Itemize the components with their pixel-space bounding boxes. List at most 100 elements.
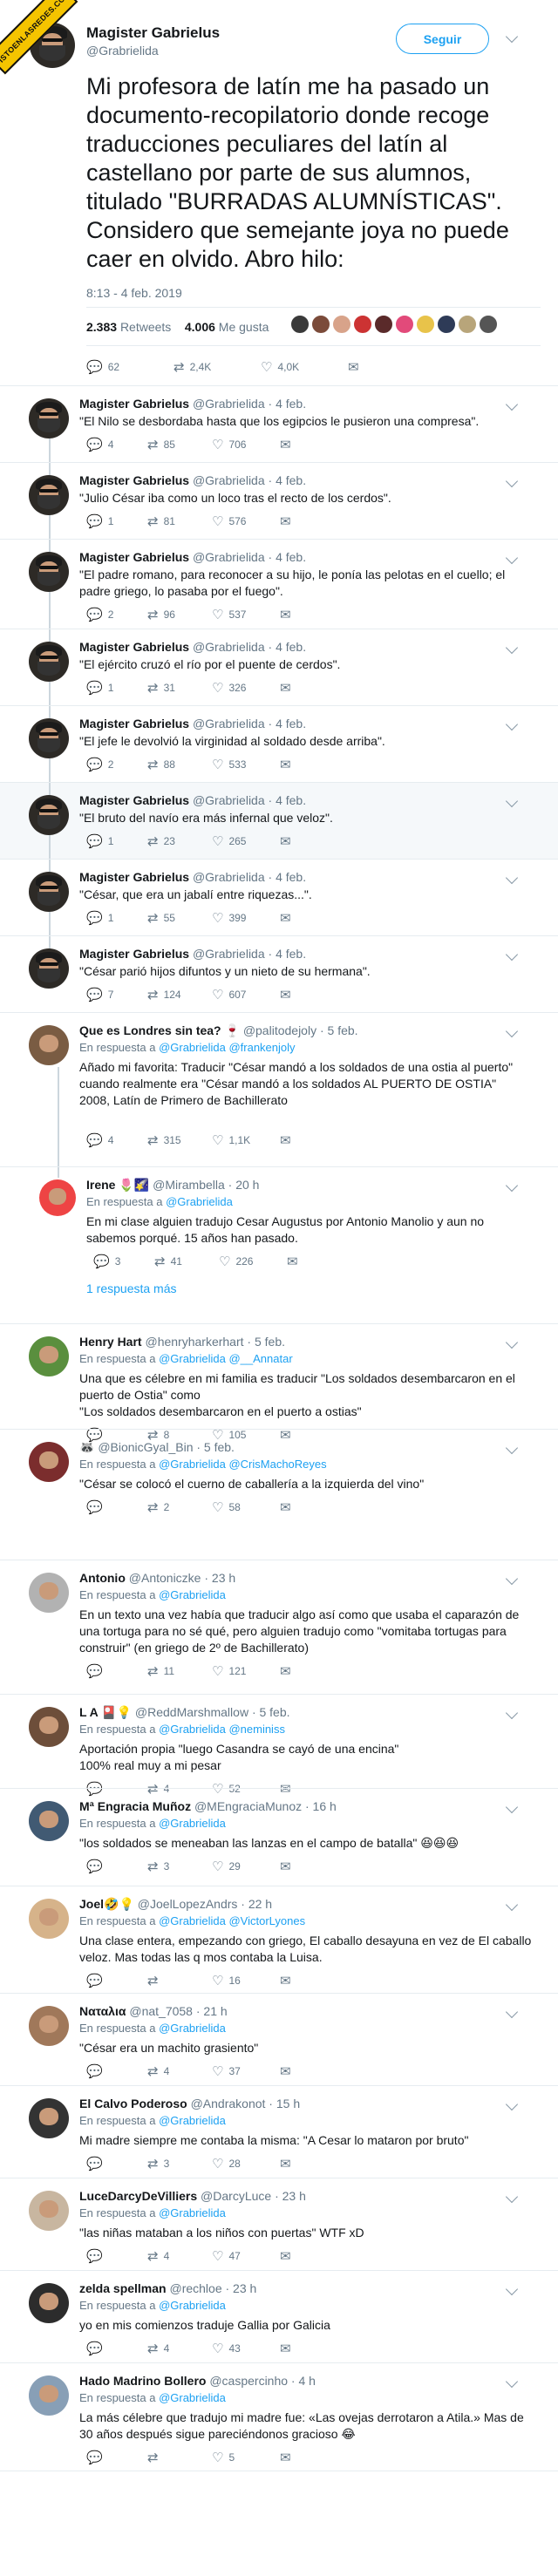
reply-tweet[interactable]: Mª Engracia Muñoz @MEngraciaMunoz · 16 h… <box>0 1789 558 1886</box>
tweet-date[interactable]: 8:13 - 4 feb. 2019 <box>86 286 182 300</box>
chevron-down-icon[interactable] <box>505 1706 519 1720</box>
reply-button[interactable]: 💬 2 <box>86 607 147 622</box>
retweets-count[interactable]: 2.383 <box>86 320 117 334</box>
avatar[interactable] <box>29 2191 69 2231</box>
reply-button[interactable]: 💬 2 <box>86 757 147 772</box>
reply-button[interactable]: 💬 <box>86 1499 147 1515</box>
chevron-down-icon[interactable] <box>505 2375 519 2389</box>
like-button[interactable]: ♡ 399 <box>212 910 280 926</box>
liker-avatar[interactable] <box>479 315 498 334</box>
liker-avatar[interactable] <box>311 315 330 334</box>
liker-avatar[interactable] <box>290 315 310 334</box>
like-button[interactable]: ♡ 533 <box>212 757 280 772</box>
avatar[interactable] <box>29 642 69 682</box>
retweet-button[interactable]: ⇄ 3 <box>147 2156 212 2172</box>
message-button[interactable]: ✉ <box>280 607 296 622</box>
like-button[interactable]: ♡ 5 <box>212 2450 280 2465</box>
retweet-button[interactable]: ⇄ 3 <box>147 1859 212 1874</box>
avatar[interactable] <box>29 2283 69 2323</box>
avatar[interactable] <box>29 872 69 912</box>
reply-button[interactable]: 💬 <box>86 2248 147 2264</box>
avatar[interactable] <box>29 2375 69 2416</box>
chevron-down-icon[interactable] <box>505 1336 519 1349</box>
message-button[interactable]: ✉ <box>280 513 296 529</box>
message-button[interactable]: ✉ <box>280 2156 296 2172</box>
chevron-down-icon[interactable] <box>505 2282 519 2296</box>
tweet-header[interactable]: Magister Gabrielus @Grabrielida · 4 feb. <box>79 550 306 564</box>
tweet-header[interactable]: Joel🤣💡 @JoelLopezAndrs · 22 h <box>79 1897 272 1912</box>
liker-avatar[interactable] <box>332 315 351 334</box>
avatar[interactable] <box>29 1801 69 1841</box>
reply-button[interactable]: 💬 62 <box>86 359 174 375</box>
reply-button[interactable]: 💬 <box>86 1663 147 1679</box>
reply-button[interactable]: 💬 1 <box>86 910 147 926</box>
reply-tweet[interactable]: Ναταλια @nat_7058 · 21 h En respuesta a … <box>0 1994 558 2086</box>
reply-to-link[interactable]: @Grabrielida <box>159 2299 226 2312</box>
retweet-button[interactable]: ⇄ 88 <box>147 757 212 772</box>
retweet-button[interactable]: ⇄ 23 <box>147 833 212 849</box>
author-handle[interactable]: @Grabrielida <box>86 44 159 58</box>
retweet-button[interactable]: ⇄ 315 <box>147 1132 212 1148</box>
liker-avatar[interactable] <box>395 315 414 334</box>
retweet-button[interactable]: ⇄ 4 <box>147 2341 212 2356</box>
retweet-button[interactable]: ⇄ 85 <box>147 437 212 452</box>
chevron-down-icon[interactable] <box>505 1800 519 1814</box>
reply-to-link[interactable]: @Grabrielida <box>159 2206 226 2219</box>
avatar[interactable] <box>29 948 69 989</box>
reply-tweet[interactable]: zelda spellman @rechloe · 23 h En respue… <box>0 2271 558 2363</box>
retweet-button[interactable]: ⇄ 11 <box>147 1663 212 1679</box>
message-button[interactable]: ✉ <box>280 1499 296 1515</box>
retweet-button[interactable]: ⇄ 81 <box>147 513 212 529</box>
reply-to-link[interactable]: @Grabrielida <box>159 2114 226 2127</box>
thread-tweet[interactable]: Magister Gabrielus @Grabrielida · 4 feb.… <box>0 860 558 936</box>
chevron-down-icon[interactable] <box>505 2097 519 2111</box>
message-button[interactable]: ✉ <box>280 910 296 926</box>
thread-tweet[interactable]: Magister Gabrielus @Grabrielida · 4 feb.… <box>0 936 558 1013</box>
message-button[interactable]: ✉ <box>280 2450 296 2465</box>
message-button[interactable]: ✉ <box>280 437 296 452</box>
thread-tweet[interactable]: Magister Gabrielus @Grabrielida · 4 feb.… <box>0 540 558 629</box>
thread-tweet[interactable]: Magister Gabrielus @Grabrielida · 4 feb.… <box>0 629 558 706</box>
like-button[interactable]: ♡ 265 <box>212 833 280 849</box>
reply-to-link[interactable]: @Grabrielida <box>159 1588 226 1601</box>
reply-button[interactable]: 💬 <box>86 1973 147 1988</box>
retweets-label[interactable]: Retweets <box>120 320 171 334</box>
reply-to-link[interactable]: @Grabrielida <box>159 1817 226 1830</box>
message-button[interactable]: ✉ <box>280 2063 296 2079</box>
reply-tweet[interactable]: Hado Madrino Bollero @caspercinho · 4 h … <box>0 2363 558 2471</box>
reply-button[interactable]: 💬 1 <box>86 833 147 849</box>
message-button[interactable]: ✉ <box>280 1663 296 1679</box>
tweet-header[interactable]: zelda spellman @rechloe · 23 h <box>79 2281 256 2295</box>
tweet-header[interactable]: Magister Gabrielus @Grabrielida · 4 feb. <box>79 473 306 487</box>
tweet-header[interactable]: Magister Gabrielus @Grabrielida · 4 feb. <box>79 947 306 961</box>
like-button[interactable]: ♡ 537 <box>212 607 280 622</box>
thread-tweet[interactable]: Magister Gabrielus @Grabrielida · 4 feb.… <box>0 706 558 783</box>
reply-tweet[interactable]: El Calvo Poderoso @Andrakonot · 15 h En … <box>0 2086 558 2178</box>
reply-tweet[interactable]: 🦝 @BionicGyal_Bin · 5 feb. En respuesta … <box>0 1430 558 1560</box>
reply-tweet[interactable]: L A 🎴💡 @ReddMarshmallow · 5 feb. En resp… <box>0 1695 558 1797</box>
reply-tweet[interactable]: Irene 🌷🌠 @Mirambella · 20 h En respuesta… <box>0 1167 558 1324</box>
chevron-down-icon[interactable] <box>505 1572 519 1586</box>
chevron-down-icon[interactable] <box>505 1898 519 1912</box>
reply-to-link[interactable]: @Grabrielida <box>159 2022 226 2035</box>
chevron-down-icon[interactable] <box>505 398 519 411</box>
like-button[interactable]: ♡ 37 <box>212 2063 280 2079</box>
avatar[interactable] <box>39 1179 76 1216</box>
like-button[interactable]: ♡ 47 <box>212 2248 280 2264</box>
message-button[interactable]: ✉ <box>280 757 296 772</box>
reply-button[interactable]: 💬 3 <box>93 1254 154 1269</box>
reply-to-link[interactable]: @Grabrielida @neminiss <box>159 1723 285 1736</box>
reply-button[interactable]: 💬 4 <box>86 437 147 452</box>
chevron-down-icon[interactable] <box>505 641 519 655</box>
avatar[interactable] <box>29 1442 69 1482</box>
tweet-header[interactable]: Magister Gabrielus @Grabrielida · 4 feb. <box>79 793 306 807</box>
chevron-down-icon[interactable] <box>505 871 519 885</box>
likes-label[interactable]: Me gusta <box>219 320 269 334</box>
avatar[interactable] <box>29 475 69 515</box>
retweet-button[interactable]: ⇄ 55 <box>147 910 212 926</box>
retweet-button[interactable]: ⇄ 41 <box>154 1254 219 1269</box>
tweet-header[interactable]: Magister Gabrielus @Grabrielida · 4 feb. <box>79 397 306 411</box>
like-button[interactable]: ♡ 43 <box>212 2341 280 2356</box>
like-button[interactable]: ♡ 28 <box>212 2156 280 2172</box>
avatar[interactable] <box>29 2006 69 2046</box>
